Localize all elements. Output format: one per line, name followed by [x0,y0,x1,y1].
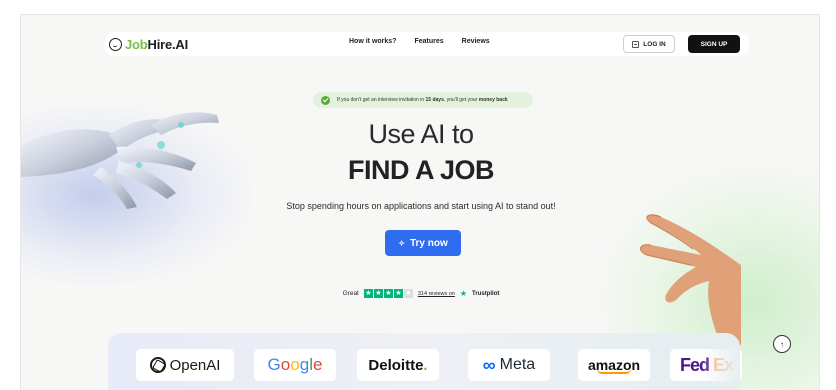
page-frame: JobHire.AI How it works? Features Review… [20,14,820,390]
google-logo: Google [254,349,336,381]
hero-title-line1: Use AI to [368,119,474,149]
smiley-logo-icon [109,37,122,51]
star-empty-icon: ★ [403,289,413,298]
login-button[interactable]: LOG IN [623,35,675,53]
try-now-button[interactable]: ✧ Try now [385,230,461,256]
try-now-label: Try now [409,237,448,249]
trustpilot-brand: Trustpilot [472,290,500,297]
scroll-to-top-button[interactable]: ↑ [773,335,791,353]
trustpilot-rating: Great ★ ★ ★ ★ ★ 314 reviews on ★ Trustpi… [21,289,819,298]
check-circle-icon [321,95,330,105]
meta-logo: ∞ Meta [468,349,550,381]
openai-logo: OpenAI [136,349,234,381]
star-icon: ★ [393,289,403,298]
trustpilot-star-icon: ★ [459,289,468,298]
strip-fade [700,333,740,390]
login-icon [632,40,640,48]
sparkle-icon: ✧ [398,238,405,248]
login-label: LOG IN [643,40,666,48]
human-hand-illustration [640,214,741,345]
signup-button[interactable]: SIGN UP [688,35,740,53]
star-icon: ★ [363,289,373,298]
amazon-smile-icon [597,369,631,374]
reviews-link[interactable]: 314 reviews on [418,291,455,297]
logo-text: JobHire.AI [125,36,189,52]
meta-infinity-icon: ∞ [482,354,496,375]
rating-stars: ★ ★ ★ ★ ★ [363,289,413,298]
nav-link-features[interactable]: Features [414,38,443,45]
amazon-logo: amazon [578,349,650,381]
nav-link-reviews[interactable]: Reviews [462,38,490,45]
logo[interactable]: JobHire.AI [109,36,188,52]
nav-links: How it works? Features Reviews [349,38,490,45]
star-icon: ★ [373,289,383,298]
hero-subtitle: Stop spending hours on applications and … [286,201,556,211]
nav-link-how-it-works[interactable]: How it works? [349,38,396,45]
badge-text: If you don't get an interview invitation… [337,97,508,103]
rating-label: Great [342,290,359,297]
deloitte-logo: Deloitte. [357,349,439,381]
hero-title-line2: FIND A JOB [347,155,495,185]
navbar: JobHire.AI How it works? Features Review… [105,32,749,56]
star-icon: ★ [383,289,393,298]
arrow-up-icon: ↑ [780,339,784,349]
money-back-badge: If you don't get an interview invitation… [313,92,533,108]
partner-logos-strip: OpenAI Google Deloitte. ∞ Meta amazon Fe… [108,333,742,390]
openai-icon [149,357,166,373]
